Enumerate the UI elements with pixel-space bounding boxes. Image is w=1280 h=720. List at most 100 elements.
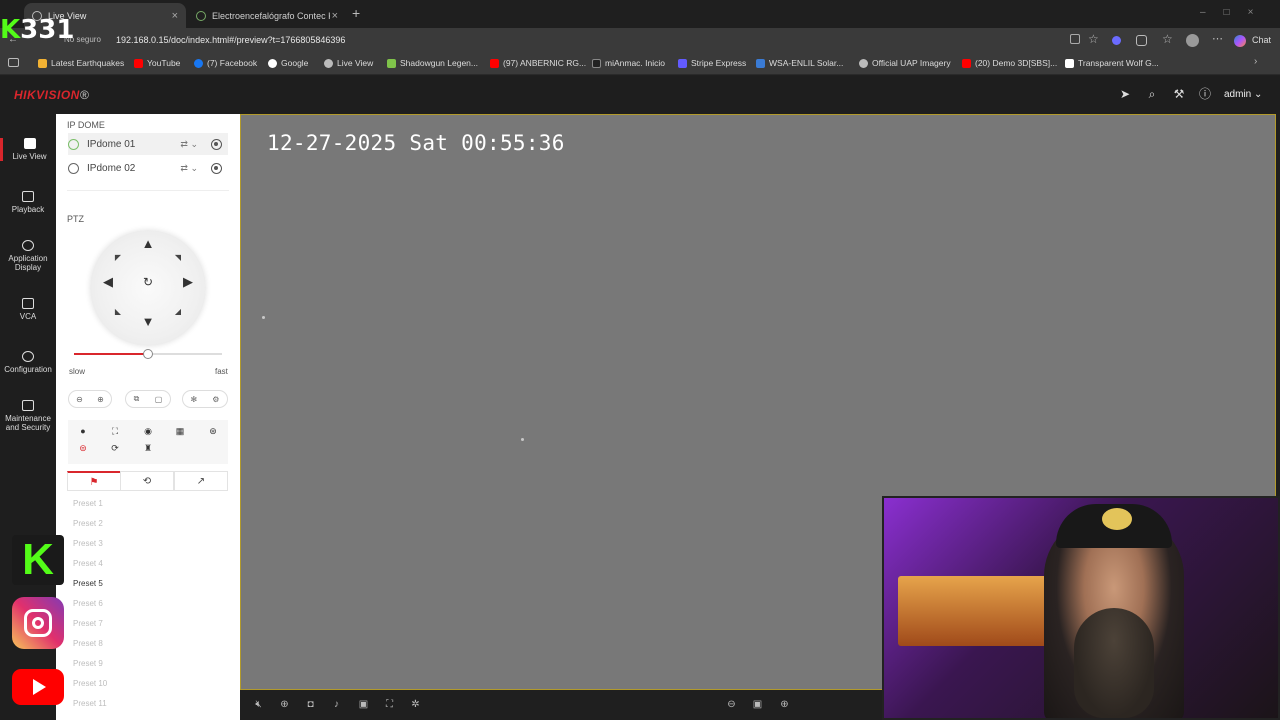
- bookmark-item[interactable]: miAnmac. Inicio: [592, 58, 665, 68]
- ptz-up-right-icon[interactable]: ◥: [170, 250, 186, 266]
- preset-item[interactable]: Preset 6: [73, 599, 103, 608]
- microphone-icon[interactable]: ♪: [330, 698, 343, 711]
- bookmark-item[interactable]: YouTube: [134, 58, 180, 68]
- bookmark-item[interactable]: (20) Demo 3D[SBS]...: [962, 58, 1057, 68]
- new-tab-button[interactable]: +: [352, 5, 360, 21]
- user-menu[interactable]: admin ⌄: [1224, 89, 1262, 100]
- wiper-icon[interactable]: ♜: [142, 442, 154, 454]
- auto-scan-icon[interactable]: ↻: [140, 274, 156, 290]
- copilot-icon[interactable]: [1234, 35, 1246, 47]
- nav-configuration[interactable]: Configuration: [0, 351, 56, 374]
- tab-preset[interactable]: ⚑: [67, 471, 121, 491]
- chevron-right-icon[interactable]: ›: [1254, 56, 1257, 67]
- window-controls[interactable]: –□×: [1200, 7, 1271, 18]
- zoom-icon[interactable]: ⊕: [278, 698, 291, 711]
- speed-knob[interactable]: [143, 349, 153, 359]
- focus-near-icon[interactable]: ⧉: [134, 394, 140, 404]
- bookmark-item[interactable]: (7) Facebook: [194, 58, 257, 68]
- preset-item[interactable]: Preset 2: [73, 519, 103, 528]
- previous-page-icon[interactable]: ⊖: [725, 698, 738, 711]
- puzzle-icon[interactable]: [1136, 35, 1147, 46]
- menu-icon[interactable]: ⋯: [1212, 32, 1223, 45]
- preset-item[interactable]: Preset 10: [73, 679, 107, 688]
- send-icon[interactable]: ➤: [1118, 87, 1132, 101]
- preset-item[interactable]: Preset 5: [73, 579, 103, 588]
- capture-icon[interactable]: ◘: [304, 698, 317, 711]
- camera-item-ipdome-02[interactable]: IPdome 02 ⇄ ⌄: [68, 157, 228, 179]
- pattern-icon: ↗: [196, 476, 206, 487]
- close-tab-icon[interactable]: ×: [332, 10, 338, 22]
- 3d-zoom-icon[interactable]: ✲: [409, 698, 422, 711]
- ptz-down-right-icon[interactable]: ◢: [170, 304, 186, 320]
- record-clip-icon[interactable]: ▣: [357, 698, 370, 711]
- record-icon[interactable]: [211, 138, 222, 150]
- ptz-speed-slider[interactable]: [74, 349, 222, 359]
- iris-close-icon[interactable]: ✻: [191, 395, 198, 404]
- preset-item[interactable]: Preset 8: [73, 639, 103, 648]
- tab-pattern[interactable]: ↗: [174, 471, 228, 491]
- nav-maintenance-security[interactable]: Maintenance and Security: [0, 400, 56, 432]
- bookmark-item[interactable]: WSA-ENLIL Solar...: [756, 58, 843, 68]
- star-icon[interactable]: ☆: [1088, 32, 1099, 46]
- bookmark-item[interactable]: Transparent Wolf G...: [1065, 58, 1159, 68]
- focus-far-icon[interactable]: ▢: [155, 395, 163, 404]
- zoom-focus-icon[interactable]: ⊜: [77, 442, 89, 454]
- record-icon[interactable]: [211, 162, 222, 174]
- profile-avatar[interactable]: [1186, 34, 1199, 47]
- ptz-down-left-icon[interactable]: ◣: [110, 304, 126, 320]
- instagram-camera-icon: [24, 609, 52, 637]
- bookmark-item[interactable]: Google: [268, 58, 308, 68]
- tab-electroencefalografo[interactable]: Electroencefalógrafo Contec Kt88 ×: [188, 3, 346, 28]
- favorites-icon[interactable]: ☆: [1162, 32, 1173, 46]
- ptz-icon[interactable]: ⇄ ⌄: [180, 139, 198, 150]
- preset-item[interactable]: Preset 1: [73, 499, 103, 508]
- ptz-right-icon[interactable]: ▶: [180, 274, 196, 290]
- search-icon[interactable]: ⌕: [1145, 87, 1159, 101]
- ptz-icon[interactable]: ⇄ ⌄: [180, 163, 198, 174]
- ptz-left-icon[interactable]: ◀: [100, 274, 116, 290]
- ptz-down-icon[interactable]: ▼: [140, 314, 156, 330]
- zoom-out-icon[interactable]: ⊖: [76, 395, 83, 404]
- chat-button[interactable]: Chat: [1252, 35, 1271, 45]
- bookmark-item[interactable]: Stripe Express: [678, 58, 746, 68]
- nav-vca[interactable]: VCA: [0, 298, 56, 321]
- zoom-in-icon[interactable]: ⊕: [97, 395, 104, 404]
- nav-playback[interactable]: Playback: [0, 191, 56, 214]
- camera-item-ipdome-01[interactable]: IPdome 01 ⇄ ⌄: [68, 133, 228, 155]
- manual-tracking-icon[interactable]: ◉: [142, 425, 154, 437]
- nav-application-display[interactable]: Application Display: [0, 240, 56, 272]
- bookmark-item[interactable]: Official UAP Imagery: [859, 58, 951, 68]
- mute-icon[interactable]: 🔇︎: [252, 698, 265, 711]
- preset-item[interactable]: Preset 4: [73, 559, 103, 568]
- url-input[interactable]: 192.168.0.15/doc/index.html#/preview?t=1…: [116, 35, 345, 45]
- preset-item[interactable]: Preset 11: [73, 699, 107, 708]
- sidebar-toggle-icon[interactable]: [8, 58, 19, 67]
- tools-icon[interactable]: ⚒: [1172, 87, 1186, 101]
- next-page-icon[interactable]: ⊕: [778, 698, 791, 711]
- close-tab-icon[interactable]: ×: [172, 10, 178, 22]
- digital-zoom-icon[interactable]: ⛶: [383, 698, 396, 711]
- face-detect-icon[interactable]: ⊛: [207, 425, 219, 437]
- bookmark-item[interactable]: Live View: [324, 58, 373, 68]
- focus-controls: ⧉ ▢: [125, 390, 171, 408]
- preset-item[interactable]: Preset 9: [73, 659, 103, 668]
- nav-live-view[interactable]: Live View: [0, 138, 56, 161]
- layout-icon[interactable]: ▣: [751, 698, 764, 711]
- iris-open-icon[interactable]: ⚙: [212, 395, 219, 404]
- park-icon[interactable]: ⟳: [109, 442, 121, 454]
- ptz-joystick[interactable]: ▲ ▼ ◀ ▶ ◤ ◥ ◣ ◢ ↻: [90, 230, 206, 346]
- key-icon[interactable]: [1070, 34, 1080, 44]
- extension-icon[interactable]: [1112, 36, 1121, 45]
- preset-item[interactable]: Preset 7: [73, 619, 103, 628]
- grid-icon[interactable]: ▦: [174, 425, 186, 437]
- ptz-up-left-icon[interactable]: ◤: [110, 250, 126, 266]
- 3d-positioning-icon[interactable]: ⛶: [109, 425, 121, 437]
- light-icon[interactable]: ●: [77, 425, 89, 437]
- bookmark-item[interactable]: (97) ANBERNIC RG...: [490, 58, 586, 68]
- bookmark-item[interactable]: Latest Earthquakes: [38, 58, 124, 68]
- tab-patrol[interactable]: ⟲: [120, 471, 174, 491]
- bookmark-item[interactable]: Shadowgun Legen...: [387, 58, 478, 68]
- ptz-up-icon[interactable]: ▲: [140, 236, 156, 252]
- info-icon[interactable]: ⓘ: [1198, 87, 1212, 101]
- preset-item[interactable]: Preset 3: [73, 539, 103, 548]
